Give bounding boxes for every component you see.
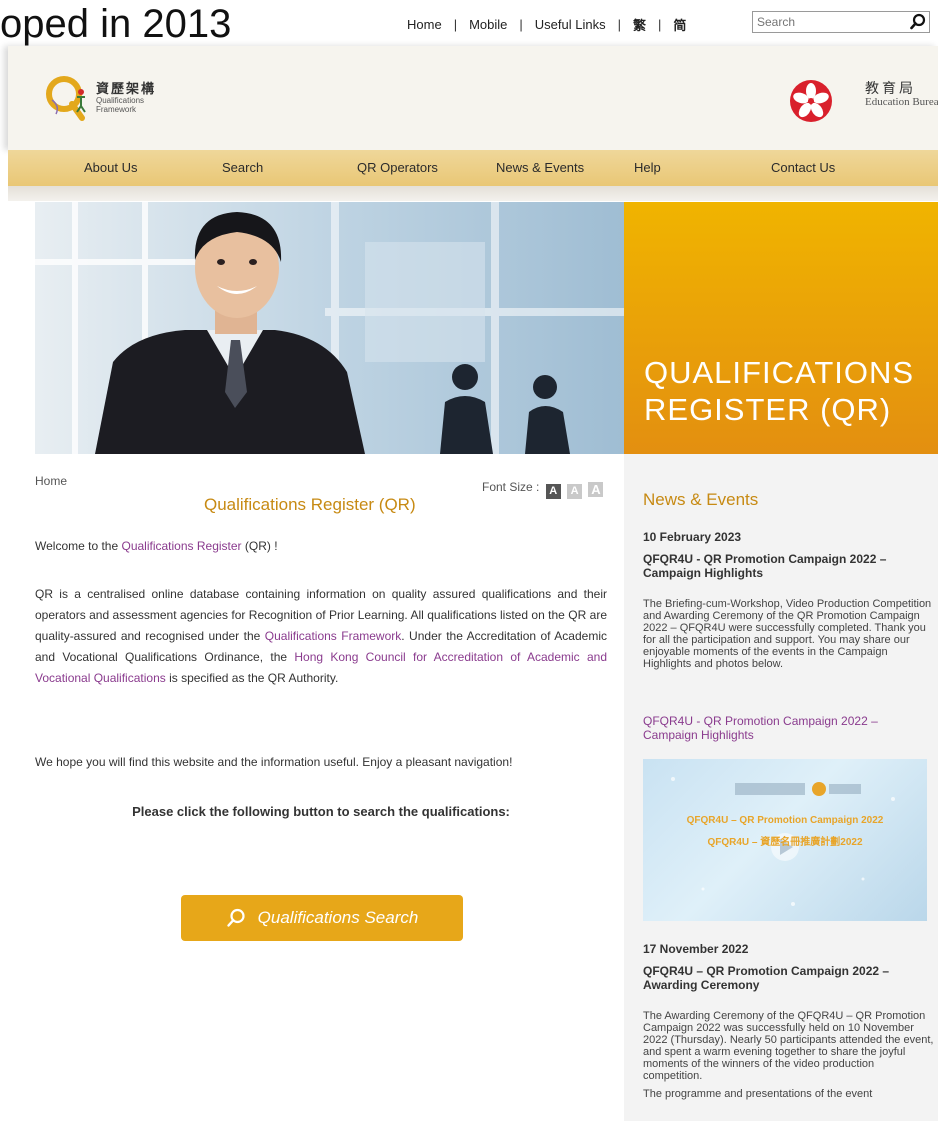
site-search — [752, 11, 930, 33]
hero-title-panel: QUALIFICATIONS REGISTER (QR) — [624, 202, 938, 454]
closing-paragraph: We hope you will find this website and t… — [35, 755, 513, 769]
news-date: 17 November 2022 — [643, 942, 749, 956]
nav-shadow-band — [8, 186, 938, 201]
news-sidebar: News & Events 10 February 2023 QFQR4U - … — [624, 454, 938, 1121]
qualifications-framework-link[interactable]: Qualifications Framework — [265, 629, 402, 643]
intro-text-3: is specified as the QR Authority. — [165, 671, 339, 685]
news-link[interactable]: QFQR4U - QR Promotion Campaign 2022 – Ca… — [643, 714, 933, 742]
nav-separator: | — [617, 17, 621, 32]
nav-separator: | — [453, 17, 458, 32]
news-headline: QFQR4U - QR Promotion Campaign 2022 – Ca… — [643, 552, 887, 580]
nav-about-us[interactable]: About Us — [84, 160, 137, 175]
top-nav-mobile[interactable]: Mobile — [469, 17, 507, 32]
font-size-label: Font Size : — [482, 480, 540, 494]
welcome-text-end: (QR) ! — [241, 539, 278, 553]
top-nav-simplified-chinese[interactable]: 简 — [673, 15, 686, 34]
hero-businessman-image — [35, 202, 624, 454]
font-size-control: Font Size : A A A — [482, 480, 604, 499]
intro-paragraph: QR is a centralised online database cont… — [35, 584, 607, 689]
qualifications-search-label: Qualifications Search — [257, 908, 419, 927]
top-nav-home[interactable]: Home — [407, 17, 442, 32]
font-size-small-button[interactable]: A — [545, 484, 561, 499]
search-input[interactable] — [753, 12, 906, 32]
hero-photo — [35, 202, 624, 454]
site-header: 資歷架構 Qualifications Framework 教育局 Educat… — [8, 46, 938, 150]
nav-separator: | — [657, 17, 662, 32]
qualifications-search-button[interactable]: Qualifications Search — [181, 895, 463, 941]
hero-title-line2: REGISTER (QR) — [644, 392, 892, 427]
edb-name-chinese: 教育局 — [865, 81, 916, 97]
search-icon — [226, 908, 245, 927]
campaign-video-thumbnail[interactable]: QFQR4U – QR Promotion Campaign 2022 QFQR… — [643, 759, 927, 921]
font-size-large-button[interactable]: A — [588, 482, 604, 497]
video-caption-english: QFQR4U – QR Promotion Campaign 2022 — [686, 815, 884, 826]
utility-nav: Home | Mobile | Useful Links | 繁 | 简 — [407, 15, 686, 34]
breadcrumb-home[interactable]: Home — [35, 474, 67, 488]
edb-name-english: Education Bureau — [865, 96, 938, 108]
page-title: Qualifications Register (QR) — [204, 495, 416, 514]
qf-logo-chinese: 資歷架構 — [96, 81, 157, 96]
video-caption-chinese: QFQR4U – 資歷名冊推廣計劃2022 — [707, 837, 863, 848]
news-body-continued: The programme and presentations of the e… — [643, 1088, 873, 1100]
qf-logo-english-line2: Framework — [96, 105, 137, 114]
edb-bauhinia-logo-icon[interactable] — [788, 78, 834, 124]
page-caption: oped in 2013 — [0, 2, 232, 46]
search-icon[interactable] — [909, 13, 927, 31]
hero-title: QUALIFICATIONS REGISTER (QR) — [644, 354, 914, 428]
nav-contact-us[interactable]: Contact Us — [771, 160, 835, 175]
top-nav-traditional-chinese[interactable]: 繁 — [633, 15, 646, 34]
news-date: 10 February 2023 — [643, 530, 742, 544]
news-headline: QFQR4U – QR Promotion Campaign 2022 – Aw… — [643, 964, 890, 992]
qf-logo-english: Qualifications Framework — [96, 96, 144, 114]
search-cta-text: Please click the following button to sea… — [132, 804, 510, 819]
hero-title-line1: QUALIFICATIONS — [644, 355, 915, 390]
nav-separator: | — [519, 17, 523, 32]
welcome-paragraph: Welcome to the Qualifications Register (… — [35, 536, 607, 557]
qualifications-register-link[interactable]: Qualifications Register — [121, 539, 241, 553]
welcome-text: Welcome to the — [35, 539, 122, 553]
qf-logo-english-line1: Qualifications — [96, 96, 145, 105]
font-size-medium-button[interactable]: A — [567, 484, 583, 499]
main-nav: About Us Search QR Operators News & Even… — [8, 150, 938, 186]
nav-help[interactable]: Help — [634, 160, 661, 175]
nav-news-events[interactable]: News & Events — [496, 160, 584, 175]
news-events-title: News & Events — [643, 490, 759, 509]
nav-search[interactable]: Search — [222, 160, 263, 175]
news-body: The Awarding Ceremony of the QFQR4U – QR… — [643, 1010, 934, 1082]
news-body: The Briefing-cum-Workshop, Video Product… — [643, 598, 932, 670]
top-nav-useful-links[interactable]: Useful Links — [535, 17, 606, 32]
nav-qr-operators[interactable]: QR Operators — [357, 160, 438, 175]
